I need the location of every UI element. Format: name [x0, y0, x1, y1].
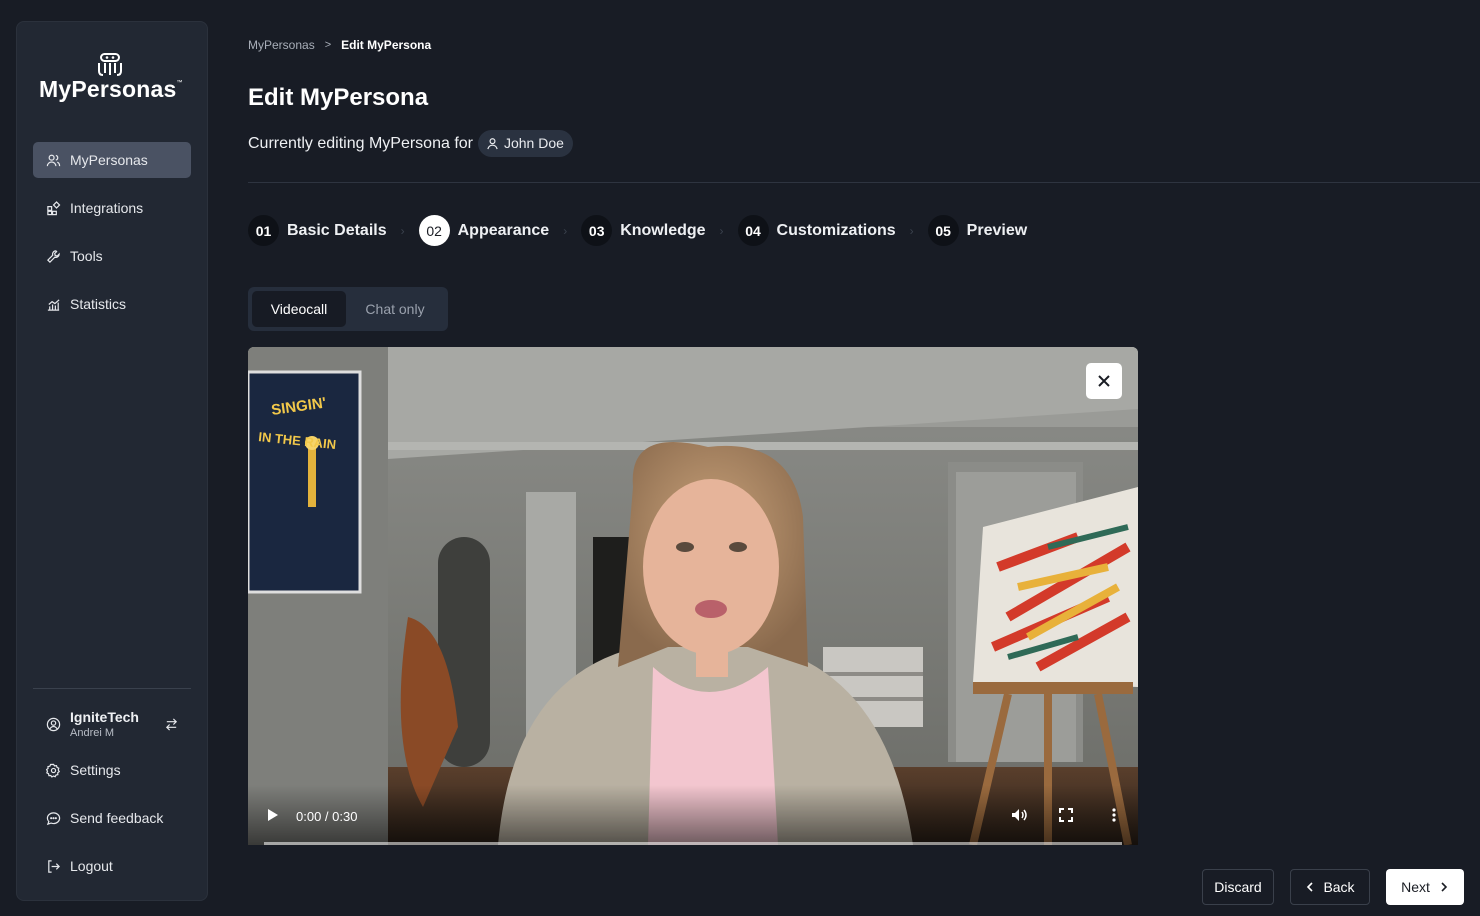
- gear-icon: [46, 763, 61, 778]
- user-chip-name: John Doe: [503, 135, 564, 151]
- sidebar-item-tools[interactable]: Tools: [33, 238, 191, 274]
- step-appearance[interactable]: 02 Appearance: [418, 215, 550, 246]
- sidebar-item-integrations[interactable]: Integrations: [33, 190, 191, 226]
- step-number: 05: [927, 215, 959, 246]
- account-info: IgniteTech Andrei M: [70, 709, 164, 740]
- next-button[interactable]: Next: [1386, 869, 1464, 905]
- chat-icon: [46, 811, 61, 825]
- page-title: Edit MyPersona: [248, 84, 429, 111]
- video-time: 0:00 / 0:30: [296, 809, 358, 824]
- step-separator: ›: [909, 223, 914, 238]
- user-chip: John Doe: [477, 130, 573, 157]
- sidebar-item-label: MyPersonas: [70, 152, 148, 168]
- step-separator: ›: [563, 223, 568, 238]
- step-preview[interactable]: 05 Preview: [927, 215, 1028, 246]
- bottom-nav: Settings Send feedback Logout: [33, 752, 191, 896]
- fullscreen-icon[interactable]: [1058, 807, 1074, 823]
- sidebar-item-label: Settings: [70, 762, 121, 778]
- discard-label: Discard: [1214, 879, 1262, 895]
- video-controls: 0:00 / 0:30: [248, 785, 1138, 845]
- breadcrumb-current: Edit MyPersona: [341, 38, 432, 52]
- editing-prefix: Currently editing MyPersona for: [248, 134, 473, 152]
- step-separator: ›: [719, 223, 724, 238]
- sidebar-item-send-feedback[interactable]: Send feedback: [33, 800, 191, 836]
- sidebar: MyPersonas™ MyPersonas Integrations Tool…: [16, 21, 208, 901]
- step-label: Knowledge: [620, 221, 706, 239]
- users-icon: [46, 154, 61, 166]
- toggle-videocall[interactable]: Videocall: [252, 291, 346, 327]
- app-logo[interactable]: MyPersonas™: [39, 52, 189, 104]
- sidebar-divider: [33, 688, 191, 689]
- sidebar-item-logout[interactable]: Logout: [33, 848, 191, 884]
- chevron-right-icon: [1441, 882, 1448, 892]
- video-frame: SINGIN' IN THE RAIN: [248, 347, 1138, 845]
- back-button[interactable]: Back: [1290, 869, 1370, 905]
- breadcrumb-separator: >: [324, 39, 332, 51]
- step-number: 04: [737, 215, 769, 246]
- stepper: 01 Basic Details › 02 Appearance › 03 Kn…: [248, 215, 1027, 246]
- step-separator: ›: [400, 223, 405, 238]
- mode-toggle: Videocall Chat only: [248, 287, 448, 331]
- account-user: Andrei M: [70, 726, 115, 739]
- close-video-button[interactable]: [1086, 363, 1122, 399]
- step-label: Customizations: [776, 221, 896, 239]
- video-progress-bar[interactable]: [264, 842, 1122, 845]
- next-label: Next: [1401, 879, 1430, 895]
- header-divider: [248, 182, 1480, 183]
- account-circle-icon: [46, 717, 61, 731]
- step-number: 03: [581, 215, 613, 246]
- back-label: Back: [1323, 879, 1355, 895]
- step-label: Basic Details: [287, 221, 387, 239]
- sidebar-item-label: Tools: [70, 248, 103, 264]
- step-knowledge[interactable]: 03 Knowledge: [581, 215, 706, 246]
- switch-account-icon[interactable]: [164, 717, 179, 732]
- sidebar-item-label: Integrations: [70, 200, 144, 216]
- step-label: Preview: [966, 221, 1028, 239]
- step-basic-details[interactable]: 01 Basic Details: [248, 215, 387, 246]
- sidebar-item-label: Logout: [70, 858, 113, 874]
- logo-text: MyPersonas™: [39, 76, 183, 102]
- integrations-icon: [47, 200, 61, 215]
- volume-icon[interactable]: [1010, 806, 1028, 824]
- logout-icon: [48, 859, 60, 873]
- breadcrumb-parent-link[interactable]: MyPersonas: [248, 38, 315, 52]
- account-org: IgniteTech: [70, 708, 139, 725]
- chart-icon: [47, 298, 60, 311]
- logo-mark-icon: [98, 53, 122, 76]
- person-icon: [487, 137, 498, 149]
- account-switcher[interactable]: IgniteTech Andrei M: [33, 702, 191, 746]
- wrench-icon: [47, 249, 60, 263]
- sidebar-item-settings[interactable]: Settings: [33, 752, 191, 788]
- step-number: 01: [248, 215, 279, 246]
- editing-subtitle: Currently editing MyPersona for John Doe: [248, 130, 573, 157]
- main-nav: MyPersonas Integrations Tools Statistics: [33, 142, 191, 334]
- more-options-icon[interactable]: [1110, 807, 1118, 823]
- sidebar-item-mypersonas[interactable]: MyPersonas: [33, 142, 191, 178]
- discard-button[interactable]: Discard: [1202, 869, 1274, 905]
- breadcrumb: MyPersonas > Edit MyPersona: [248, 38, 431, 52]
- sidebar-item-label: Send feedback: [70, 810, 164, 826]
- close-icon: [1098, 375, 1110, 387]
- toggle-chat-only[interactable]: Chat only: [346, 291, 444, 327]
- chevron-left-icon: [1307, 882, 1314, 892]
- step-number: 02: [418, 215, 450, 246]
- sidebar-item-label: Statistics: [70, 296, 127, 312]
- video-player[interactable]: SINGIN' IN THE RAIN 0:00 / 0:30: [248, 347, 1138, 845]
- sidebar-item-statistics[interactable]: Statistics: [33, 286, 191, 322]
- play-icon[interactable]: [264, 807, 280, 823]
- step-label: Appearance: [457, 221, 550, 239]
- step-customizations[interactable]: 04 Customizations: [737, 215, 896, 246]
